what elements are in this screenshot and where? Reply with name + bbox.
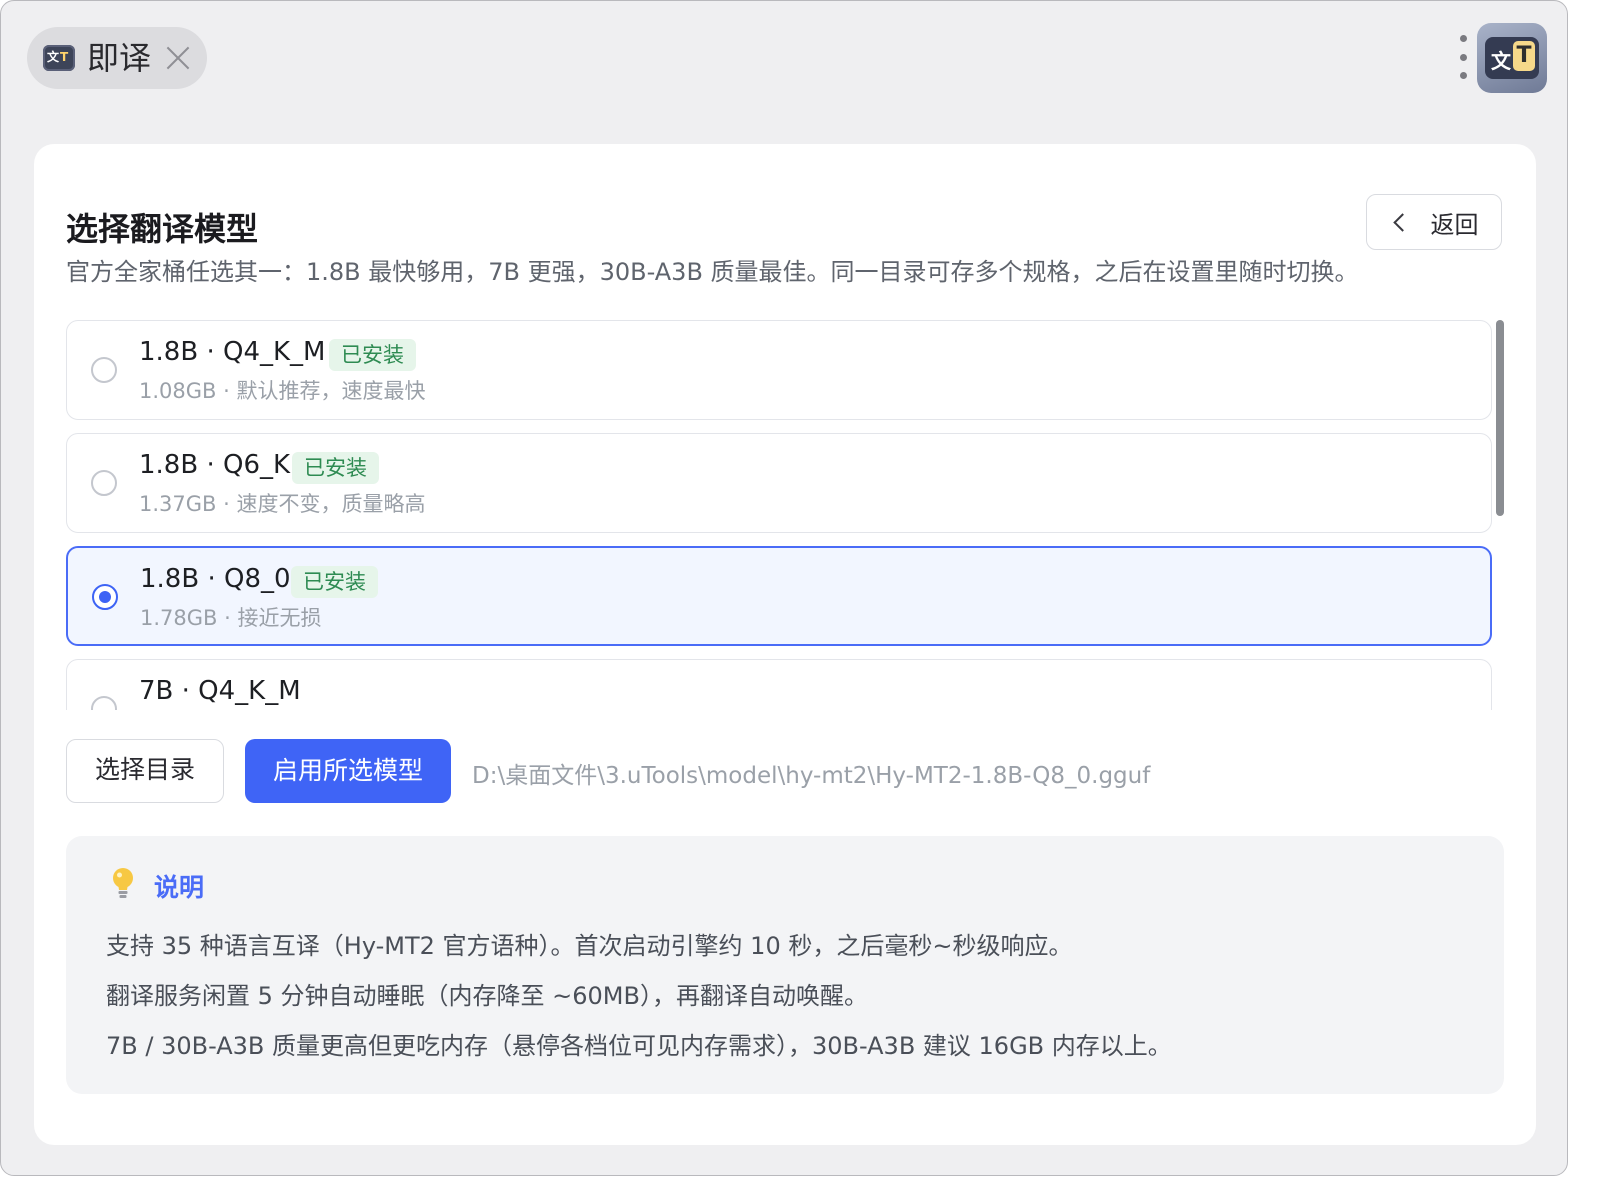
page-subtitle: 官方全家桶任选其一：1.8B 最快够用，7B 更强，30B-A3B 质量最佳。同…	[66, 258, 1359, 286]
model-select-card: 选择翻译模型 返回 官方全家桶任选其一：1.8B 最快够用，7B 更强，30B-…	[34, 144, 1536, 1145]
model-option[interactable]: 7B · Q4_K_M	[66, 659, 1492, 710]
radio-button-checked[interactable]	[92, 584, 118, 610]
app-tab[interactable]: 文T 即译	[27, 27, 207, 89]
model-option[interactable]: 1.8B · Q6_K 已安装 1.37GB · 速度不变，质量略高	[66, 433, 1492, 533]
model-name: 1.8B · Q4_K_M	[139, 337, 326, 367]
installed-badge: 已安装	[329, 339, 416, 371]
chevron-left-icon	[1392, 212, 1412, 232]
model-desc: 1.37GB · 速度不变，质量略高	[139, 492, 426, 516]
close-icon[interactable]	[165, 45, 191, 71]
model-option[interactable]: 1.8B · Q4_K_M 已安装 1.08GB · 默认推荐，速度最快	[66, 320, 1492, 420]
model-option-selected[interactable]: 1.8B · Q8_0 已安装 1.78GB · 接近无损	[66, 546, 1492, 646]
page-title: 选择翻译模型	[66, 210, 259, 248]
installed-badge: 已安装	[291, 566, 378, 598]
notes-line: 支持 35 种语言互译（Hy-MT2 官方语种）。首次启动引擎约 10 秒，之后…	[106, 932, 1073, 960]
model-name: 1.8B · Q8_0	[140, 564, 291, 594]
notes-line: 7B / 30B-A3B 质量更高但更吃内存（悬停各档位可见内存需求），30B-…	[106, 1032, 1172, 1060]
radio-button[interactable]	[91, 696, 117, 710]
app-window: 文T 即译 文 T 选择翻译模型 返回 官方全家桶任选其一：1.8B 最快够用，…	[0, 0, 1568, 1176]
radio-button[interactable]	[91, 357, 117, 383]
back-button-label: 返回	[1430, 210, 1479, 239]
back-button[interactable]: 返回	[1366, 194, 1502, 250]
notes-panel: 说明 支持 35 种语言互译（Hy-MT2 官方语种）。首次启动引擎约 10 秒…	[66, 836, 1504, 1094]
radio-button[interactable]	[91, 470, 117, 496]
apply-model-button[interactable]: 启用所选模型	[245, 739, 451, 803]
app-logo-icon: 文T	[43, 45, 75, 71]
notes-line: 翻译服务闲置 5 分钟自动睡眠（内存降至 ~60MB），再翻译自动唤醒。	[106, 982, 868, 1010]
more-vertical-icon[interactable]	[1453, 35, 1473, 79]
scrollbar[interactable]	[1496, 320, 1504, 516]
model-name: 1.8B · Q6_K	[139, 450, 291, 480]
app-tab-title: 即译	[87, 39, 152, 77]
model-desc: 1.08GB · 默认推荐，速度最快	[139, 379, 426, 403]
app-logo-icon[interactable]: 文 T	[1477, 23, 1547, 93]
model-desc: 1.78GB · 接近无损	[140, 606, 322, 630]
lightbulb-icon	[113, 868, 133, 898]
model-name: 7B · Q4_K_M	[139, 676, 301, 706]
installed-badge: 已安装	[292, 452, 379, 484]
choose-directory-button[interactable]: 选择目录	[66, 739, 224, 803]
notes-title: 说明	[154, 873, 205, 902]
model-list[interactable]: 1.8B · Q4_K_M 已安装 1.08GB · 默认推荐，速度最快 1.8…	[66, 320, 1504, 710]
model-path: D:\桌面文件\3.uTools\model\hy-mt2\Hy-MT2-1.8…	[472, 763, 1151, 789]
